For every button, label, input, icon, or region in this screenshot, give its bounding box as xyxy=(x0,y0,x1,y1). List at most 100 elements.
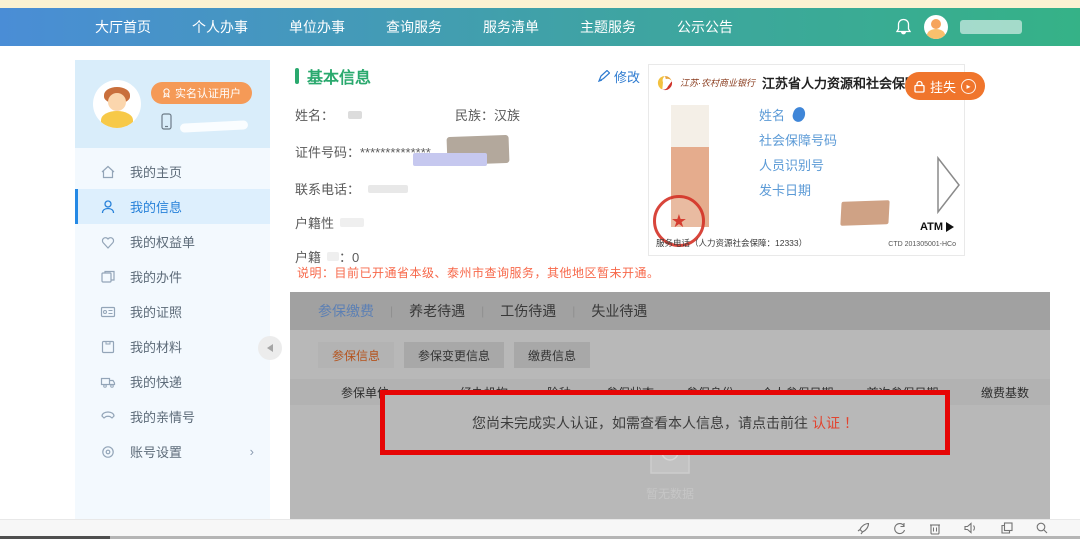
sidebar-item-cases[interactable]: 我的办件 xyxy=(75,259,270,294)
sidebar-item-label: 我的权益单 xyxy=(130,232,195,251)
tab-injury-benefits[interactable]: 工伤待遇 xyxy=(500,301,556,321)
subtab-payment-info[interactable]: 缴费信息 xyxy=(514,342,590,368)
sidebar-item-account-settings[interactable]: 账号设置 › xyxy=(75,434,270,469)
sidebar-user-header: 实名认证用户 xyxy=(75,60,270,148)
report-loss-label: 挂失 xyxy=(930,77,956,96)
sidebar: 实名认证用户 我的主页 我的信息 我的权益单 我的办件 xyxy=(75,60,270,519)
profile-avatar[interactable] xyxy=(93,80,141,128)
bank-logo-icon xyxy=(657,75,673,91)
card-hotline: 服务电话（人力资源社会保障：12333） xyxy=(656,237,807,249)
nav-item-service-list[interactable]: 服务清单 xyxy=(483,17,539,37)
hukou-type-redacted xyxy=(340,218,364,227)
sidebar-collapse-handle[interactable] xyxy=(258,336,282,360)
phone-row xyxy=(161,112,248,131)
card-field-ssn: 社会保障号码 xyxy=(759,130,837,149)
contact-phone-label: 联系电话： xyxy=(295,179,360,198)
nav-item-unit[interactable]: 单位办事 xyxy=(289,17,345,37)
sidebar-item-express[interactable]: 我的快递 xyxy=(75,364,270,399)
sidebar-item-label: 我的材料 xyxy=(130,337,182,356)
realname-auth-alert: 您尚未完成实人认证，如需查看本人信息，请点击前往 认证 ！ xyxy=(380,390,950,455)
query-subtabs: 参保信息 参保变更信息 缴费信息 xyxy=(318,342,1050,368)
hukou-type-label: 户籍性 xyxy=(295,213,334,232)
volume-icon[interactable] xyxy=(964,522,978,534)
nav-item-hall-home[interactable]: 大厅首页 xyxy=(95,17,151,37)
id-card-icon xyxy=(100,304,116,320)
carousel-next-arrow[interactable] xyxy=(936,156,962,219)
lock-icon xyxy=(914,80,925,93)
name-label: 姓名： xyxy=(295,105,334,124)
card-name-redacted xyxy=(791,105,806,123)
sidebar-item-label: 我的证照 xyxy=(130,302,182,321)
sidebar-item-home[interactable]: 我的主页 xyxy=(75,154,270,189)
seal-star-icon: ★ xyxy=(671,211,687,232)
nav-item-announcement[interactable]: 公示公告 xyxy=(677,17,733,37)
id-number-field: 证件号码：************** xyxy=(295,142,431,161)
truck-icon xyxy=(100,374,116,390)
sidebar-item-my-info[interactable]: 我的信息 xyxy=(75,189,270,224)
sidebar-item-label: 我的主页 xyxy=(130,162,182,181)
sidebar-item-rights[interactable]: 我的权益单 xyxy=(75,224,270,259)
phone-number-redacted xyxy=(180,120,248,133)
tab-unemployment-benefits[interactable]: 失业待遇 xyxy=(591,301,647,321)
nav-item-theme[interactable]: 主题服务 xyxy=(580,17,636,37)
card-code: CTD 201305001-HCo xyxy=(888,241,956,248)
insurance-query-section: 参保缴费 | 养老待遇 | 工伤待遇 | 失业待遇 参保信息 参保变更信息 缴费… xyxy=(290,292,1050,519)
realname-auth-label: 实名认证用户 xyxy=(175,85,241,101)
edit-button[interactable]: 修改 xyxy=(598,67,640,86)
subtab-insurance-info[interactable]: 参保信息 xyxy=(318,342,394,368)
card-fields: 姓名 社会保障号码 人员识别号 发卡日期 xyxy=(759,107,837,207)
bottom-toolbar xyxy=(0,519,1080,536)
notification-bell-icon[interactable] xyxy=(895,18,912,36)
sidebar-item-family-number[interactable]: 我的亲情号 xyxy=(75,399,270,434)
card-field-issue-date: 发卡日期 xyxy=(759,180,811,199)
alert-suffix: ！ xyxy=(844,413,858,433)
browser-top-strip xyxy=(0,0,1080,8)
card-field-person-id: 人员识别号 xyxy=(759,155,824,174)
alert-text: 您尚未完成实人认证，如需查看本人信息，请点击前往 xyxy=(472,413,808,433)
empty-label: 暂无数据 xyxy=(290,485,1050,502)
search-icon[interactable] xyxy=(1036,522,1048,534)
windows-icon[interactable] xyxy=(1001,522,1013,534)
clipboard-icon xyxy=(100,339,116,355)
gear-icon xyxy=(100,444,116,460)
card-signature-redacted xyxy=(840,200,889,226)
user-avatar[interactable] xyxy=(924,15,948,39)
tab-separator: | xyxy=(481,304,484,318)
launcher-icon[interactable] xyxy=(857,522,870,535)
arrow-circle-icon: ▸ xyxy=(961,79,976,94)
atm-arrow-icon xyxy=(946,222,954,232)
home-icon xyxy=(100,164,116,180)
ethnic-field: 民族：汉族 xyxy=(455,105,520,124)
auth-link[interactable]: 认证 xyxy=(808,413,844,433)
nav-item-query[interactable]: 查询服务 xyxy=(386,17,442,37)
refresh-icon[interactable] xyxy=(893,522,906,535)
service-coverage-notice: 说明：目前已开通省本级、泰州市查询服务，其他地区暂未开通。 xyxy=(297,264,660,281)
chevron-left-icon xyxy=(266,343,274,353)
delete-icon[interactable] xyxy=(929,522,941,535)
bank-name: 江苏·农村商业银行 xyxy=(680,76,755,89)
query-tabs: 参保缴费 | 养老待遇 | 工伤待遇 | 失业待遇 xyxy=(290,292,1050,330)
sidebar-item-materials[interactable]: 我的材料 xyxy=(75,329,270,364)
top-nav: 大厅首页 个人办事 单位办事 查询服务 服务清单 主题服务 公示公告 xyxy=(0,8,1080,46)
subtab-insurance-change-info[interactable]: 参保变更信息 xyxy=(404,342,504,368)
sidebar-item-label: 我的办件 xyxy=(130,267,182,286)
atm-label: ATM xyxy=(920,221,954,233)
title-accent-bar xyxy=(295,68,299,84)
nav-menu: 大厅首页 个人办事 单位办事 查询服务 服务清单 主题服务 公示公告 xyxy=(95,17,733,37)
tab-pension-benefits[interactable]: 养老待遇 xyxy=(409,301,465,321)
tab-insurance-payment[interactable]: 参保缴费 xyxy=(318,301,374,321)
name-value-redacted xyxy=(348,111,362,119)
medal-icon xyxy=(162,88,171,98)
sidebar-menu: 我的主页 我的信息 我的权益单 我的办件 我的证照 我的材料 xyxy=(75,148,270,469)
basic-info-panel: 基本信息 修改 姓名： 民族：汉族 证件号码：************** 联系… xyxy=(295,62,640,260)
nav-item-personal[interactable]: 个人办事 xyxy=(192,17,248,37)
hukou-place-redacted xyxy=(327,252,339,261)
chevron-right-icon: › xyxy=(250,444,254,459)
report-loss-button[interactable]: 挂失 ▸ xyxy=(905,72,985,100)
sidebar-item-label: 我的亲情号 xyxy=(130,407,195,426)
user-icon xyxy=(100,199,116,215)
app-window: 大厅首页 个人办事 单位办事 查询服务 服务清单 主题服务 公示公告 实名认证用… xyxy=(0,0,1080,539)
pencil-icon xyxy=(598,70,610,82)
sidebar-item-certificates[interactable]: 我的证照 xyxy=(75,294,270,329)
realname-auth-badge: 实名认证用户 xyxy=(151,82,252,104)
